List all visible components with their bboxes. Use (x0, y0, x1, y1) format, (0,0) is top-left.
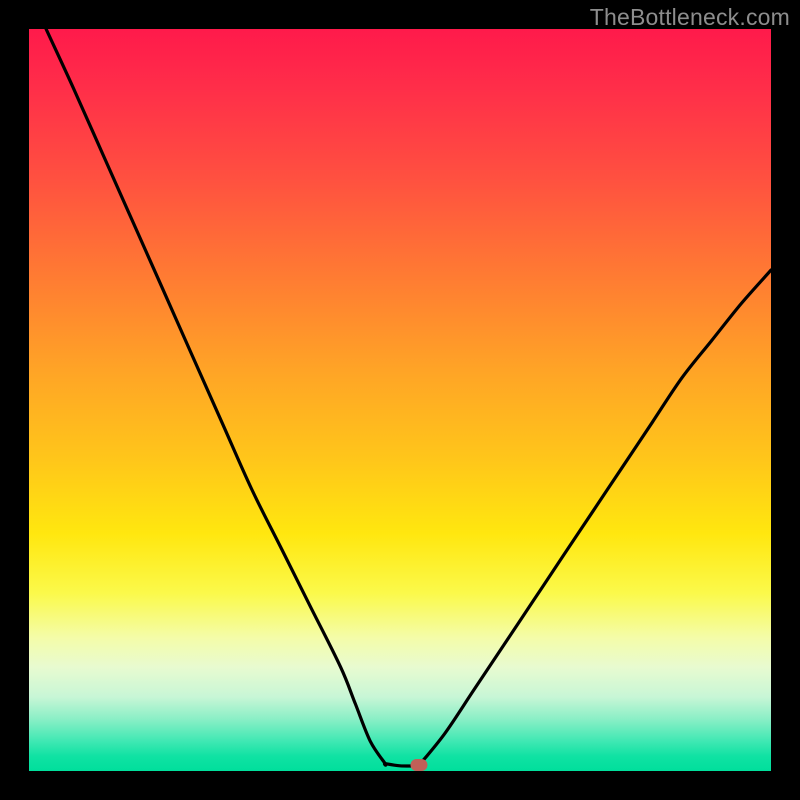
optimal-marker (411, 759, 428, 771)
bottleneck-curve (29, 29, 771, 771)
watermark-text: TheBottleneck.com (590, 4, 790, 31)
plot-area (29, 29, 771, 771)
curve-path (46, 29, 771, 768)
chart-frame: TheBottleneck.com (0, 0, 800, 800)
